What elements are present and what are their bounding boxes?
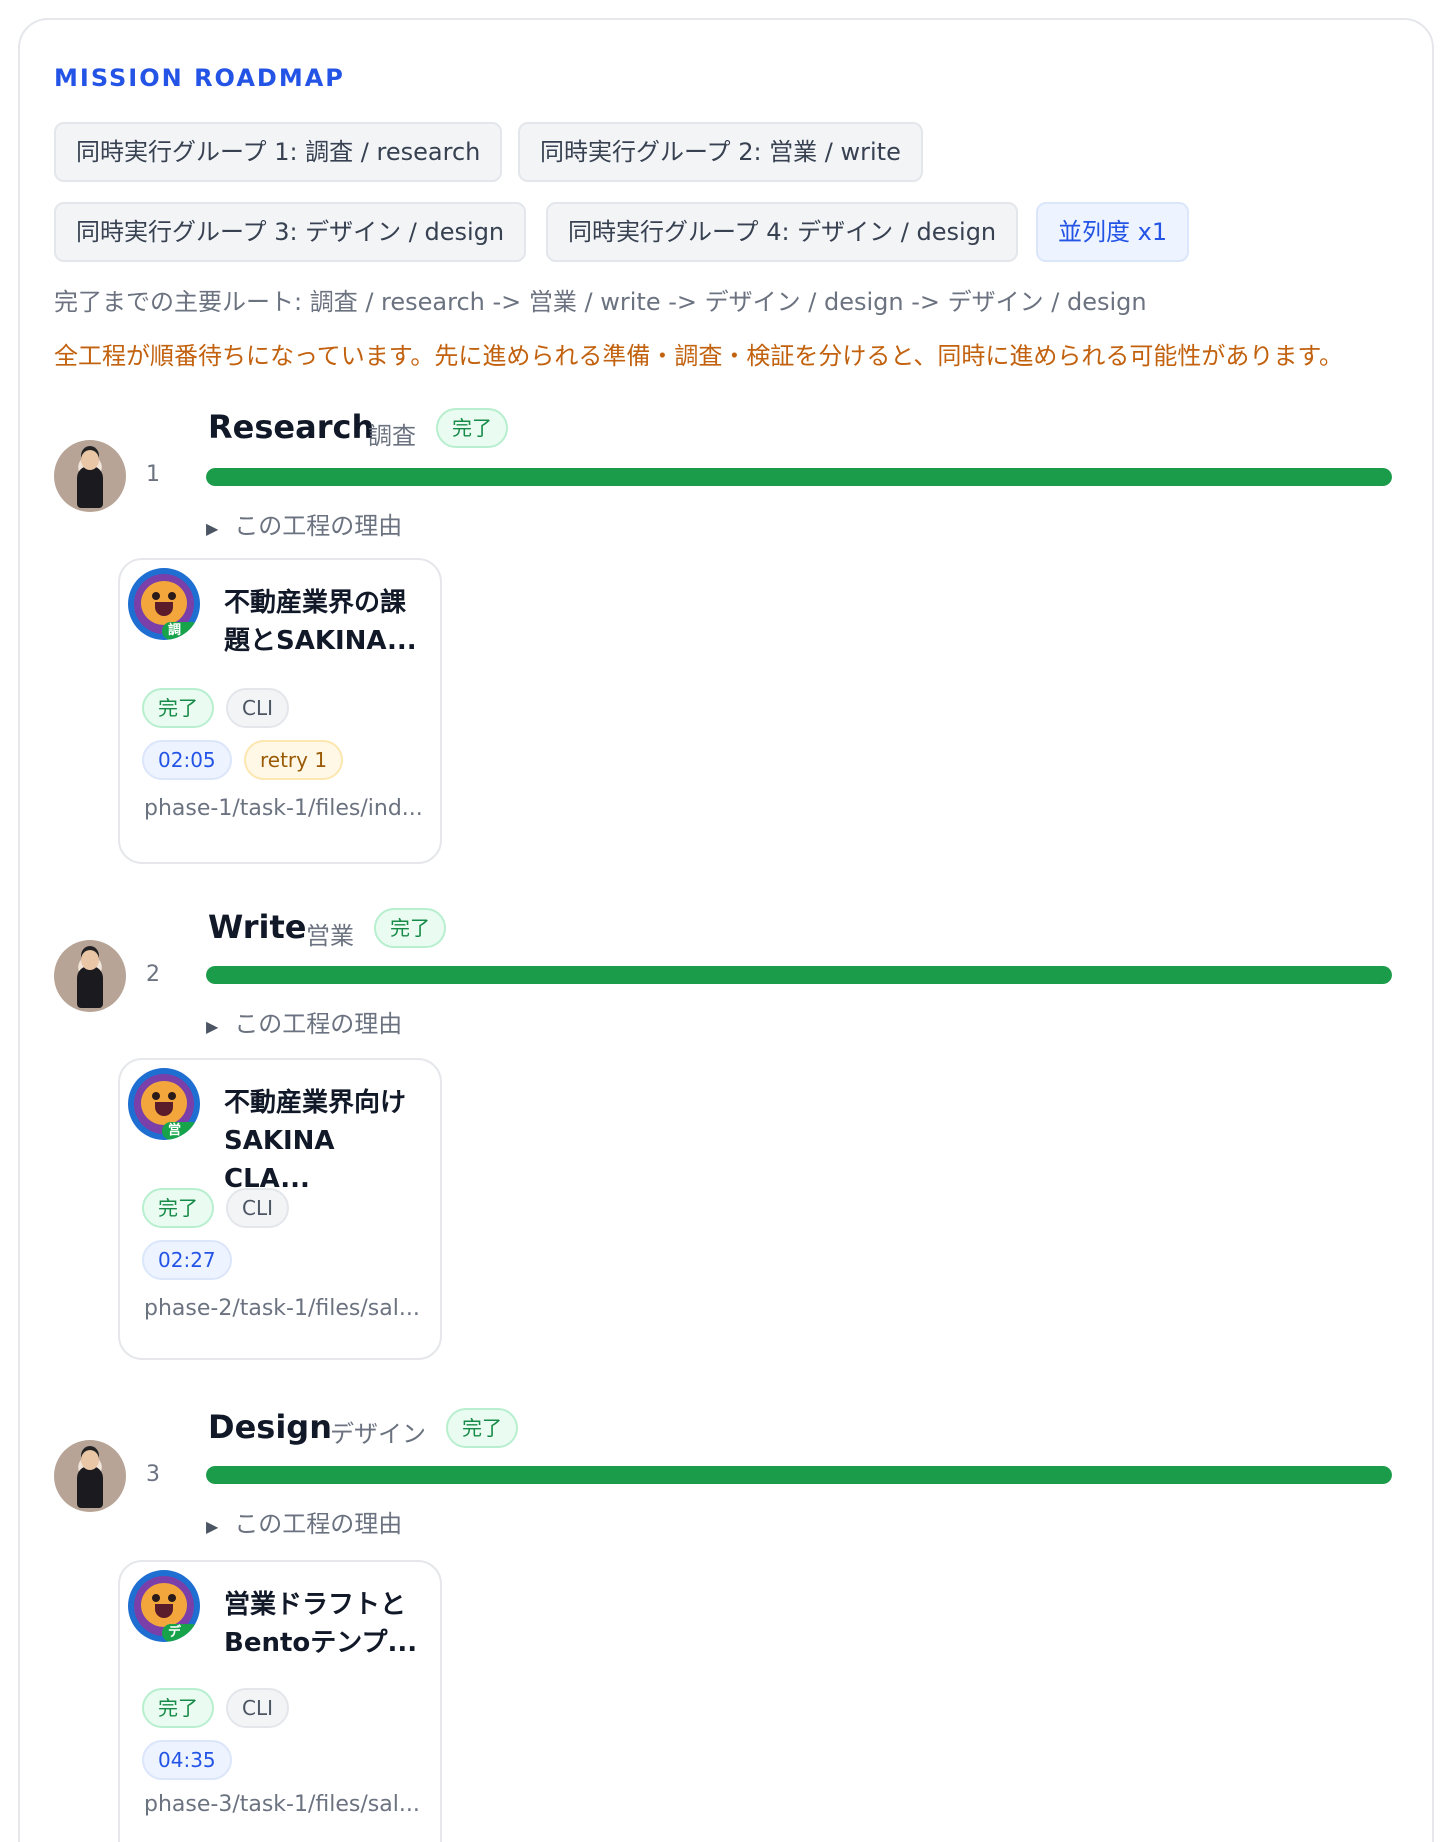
task-time-chip: 04:35 <box>142 1740 232 1780</box>
task-runner-chip: CLI <box>226 1688 290 1728</box>
phase-2-progress-fill <box>206 966 1392 984</box>
phase-2-agent-avatar <box>54 940 126 1012</box>
phase-3-title: Design <box>208 1408 332 1446</box>
phase-1-status-badge: 完了 <box>436 408 508 448</box>
group-chip-1[interactable]: 同時実行グループ 1: 調査 / research <box>54 122 503 182</box>
phase-2-title: Write <box>208 908 307 946</box>
task-agent-avatar: 営W1 <box>128 1068 200 1140</box>
phase-1-task-card[interactable]: 調W1 不動産業界の課題とSAKINA... 完了 CLI 02:05 retr… <box>118 558 442 864</box>
task-output-path[interactable]: phase-3/task-1/files/sal... <box>144 1792 420 1817</box>
phase-2-reason-toggle[interactable]: ▶ この工程の理由 <box>206 1004 402 1039</box>
phase-1-jp-label: 調査 <box>368 422 416 450</box>
task-agent-avatar: デW1 <box>128 1570 200 1642</box>
phase-3-progress <box>206 1466 1392 1484</box>
phase-2-status-badge: 完了 <box>374 908 446 948</box>
phase-3-jp-label: デザイン <box>330 1420 426 1448</box>
group-chip-3[interactable]: 同時実行グループ 3: デザイン / design <box>54 202 527 262</box>
group-chip-2[interactable]: 同時実行グループ 2: 営業 / write <box>518 122 923 182</box>
phase-2-reason-label: この工程の理由 <box>234 1010 403 1038</box>
task-title: 不動産業界向けSAKINA CLA... <box>224 1088 407 1194</box>
task-agent-badge: デW1 <box>162 1624 200 1642</box>
task-retry-chip: retry 1 <box>244 740 344 780</box>
parallelism-chip: 並列度 x1 <box>1036 202 1190 262</box>
task-time-chip: 02:27 <box>142 1240 232 1280</box>
phase-1-reason-label: この工程の理由 <box>234 512 403 540</box>
task-time-chip: 02:05 <box>142 740 232 780</box>
phase-2-number: 2 <box>146 962 160 987</box>
disclosure-triangle-icon: ▶ <box>206 1517 219 1536</box>
task-output-path[interactable]: phase-1/task-1/files/ind... <box>144 796 423 821</box>
phase-1-reason-toggle[interactable]: ▶ この工程の理由 <box>206 506 402 541</box>
task-runner-chip: CLI <box>226 1188 290 1228</box>
disclosure-triangle-icon: ▶ <box>206 1017 219 1036</box>
phase-3-reason-label: この工程の理由 <box>234 1510 403 1538</box>
section-title: MISSION ROADMAP <box>54 64 345 92</box>
phase-2-task-card[interactable]: 営W1 不動産業界向けSAKINA CLA... 完了 CLI 02:27 ph… <box>118 1058 442 1360</box>
disclosure-triangle-icon: ▶ <box>206 519 219 538</box>
task-agent-badge: 調W1 <box>162 622 200 640</box>
task-status-chip: 完了 <box>142 1188 214 1228</box>
phase-1-title: Research <box>208 408 375 446</box>
task-agent-avatar: 調W1 <box>128 568 200 640</box>
serial-warning-text: 全工程が順番待ちになっています。先に進められる準備・調査・検証を分けると、同時に… <box>54 342 1344 370</box>
task-title: 不動産業界の課題とSAKINA... <box>224 588 417 656</box>
task-title: 営業ドラフトとBentoテンプ... <box>224 1590 418 1658</box>
phase-1-progress <box>206 468 1392 486</box>
phase-3-progress-fill <box>206 1466 1392 1484</box>
phase-2-jp-label: 営業 <box>306 922 354 950</box>
phase-1-progress-fill <box>206 468 1392 486</box>
task-runner-chip: CLI <box>226 688 290 728</box>
phase-2-progress <box>206 966 1392 984</box>
task-output-path[interactable]: phase-2/task-1/files/sal... <box>144 1296 420 1321</box>
phase-3-number: 3 <box>146 1462 160 1487</box>
phase-3-status-badge: 完了 <box>446 1408 518 1448</box>
group-chip-4[interactable]: 同時実行グループ 4: デザイン / design <box>546 202 1019 262</box>
task-status-chip: 完了 <box>142 1688 214 1728</box>
phase-1-number: 1 <box>146 462 160 487</box>
critical-path-text: 完了までの主要ルート: 調査 / research -> 営業 / write … <box>54 288 1147 316</box>
phase-1-agent-avatar <box>54 440 126 512</box>
phase-3-agent-avatar <box>54 1440 126 1512</box>
task-agent-badge: 営W1 <box>162 1122 200 1140</box>
phase-3-task-card[interactable]: デW1 営業ドラフトとBentoテンプ... 完了 CLI 04:35 phas… <box>118 1560 442 1842</box>
phase-3-reason-toggle[interactable]: ▶ この工程の理由 <box>206 1504 402 1539</box>
task-status-chip: 完了 <box>142 688 214 728</box>
